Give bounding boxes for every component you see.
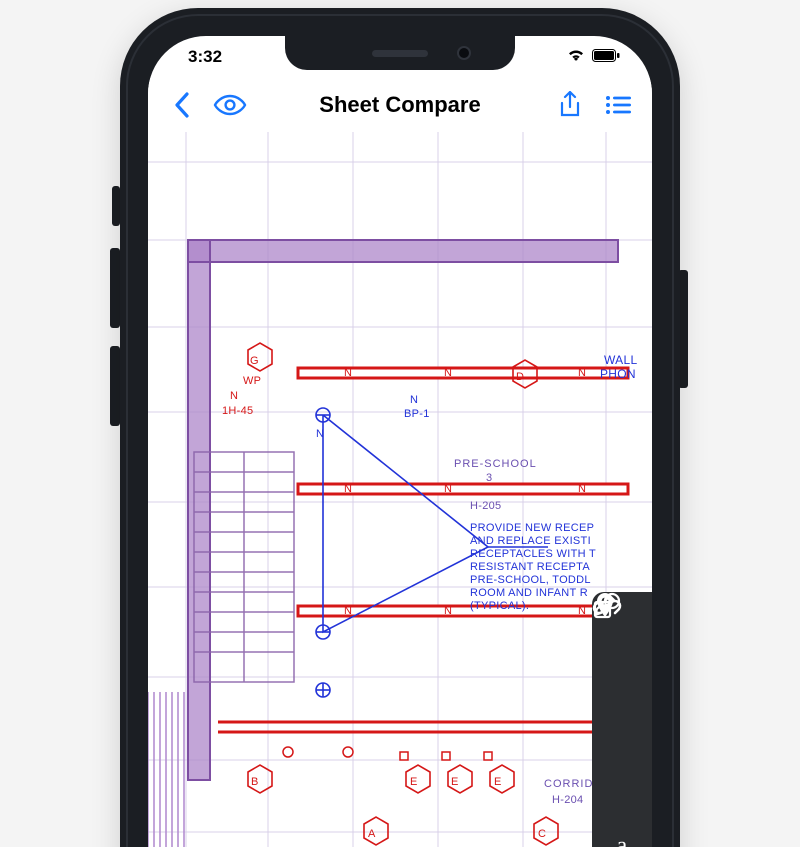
tag-c: C [538,828,546,841]
phone-notch [285,36,515,70]
square-circle-icon [592,592,622,620]
tag-e1: E [410,776,418,789]
room-main-label: PRE-SCHOOL [454,458,537,471]
share-icon [559,91,581,119]
status-time: 3:32 [178,47,222,67]
n-label-5: N [344,483,352,496]
phone-volume-up [110,248,120,328]
n-label-3: N [578,367,586,380]
room-corridor-tag: H-204 [552,794,583,807]
list-icon [605,95,631,115]
phone-bezel: 3:32 [126,14,674,847]
n-blue-2: N [410,394,418,407]
list-button[interactable] [598,85,638,125]
phone-screen: 3:32 [148,36,652,847]
navbar: Sheet Compare [148,78,652,132]
n-blue-1: N [316,428,324,441]
tool-palette: a [592,592,652,847]
chevron-left-icon [174,92,190,118]
tool-shape[interactable] [606,774,638,806]
sym-bp: BP-1 [404,408,430,421]
tool-text[interactable]: a [606,830,638,847]
page-title: Sheet Compare [319,92,480,118]
sym-wp: WP [243,375,261,388]
annotation-text: PROVIDE NEW RECEP AND REPLACE EXISTI REC… [470,522,596,613]
n-label-7: N [578,483,586,496]
n-label-1: N [344,367,352,380]
phone-mute-switch [112,186,120,226]
n-label-6: N [444,483,452,496]
room-main-tag: H-205 [470,500,501,513]
phone-front-camera [457,46,471,60]
phone-frame: 3:32 [120,8,680,847]
tag-a: A [368,828,376,841]
tool-pencil[interactable] [606,718,638,750]
tag-b: B [251,776,259,789]
share-button[interactable] [550,85,590,125]
eye-icon [213,94,247,116]
phone-speaker [372,50,428,57]
n-label-9: N [444,605,452,618]
phone-volume-down [110,346,120,426]
tag-e2: E [451,776,459,789]
tag-e3: E [494,776,502,789]
visibility-toggle-button[interactable] [210,85,250,125]
wifi-icon [566,47,586,67]
back-button[interactable] [162,85,202,125]
right-note-wall: WALL [604,354,637,367]
n-label-4: N [230,390,238,403]
right-note-phone: PHON [600,368,636,381]
sym-1h45: 1H-45 [222,405,253,418]
n-label-8: N [344,605,352,618]
battery-icon [592,47,620,67]
room-main-no: 3 [486,472,492,485]
tool-link[interactable] [606,662,638,694]
tag-g: G [250,355,259,368]
blueprint-drawing [148,132,652,847]
tag-d: D [516,371,524,384]
stage: 3:32 [0,0,800,847]
blueprint-canvas[interactable]: G D E E E A C B WP 1H-45 N N N N N N N [148,132,652,847]
n-label-2: N [444,367,452,380]
